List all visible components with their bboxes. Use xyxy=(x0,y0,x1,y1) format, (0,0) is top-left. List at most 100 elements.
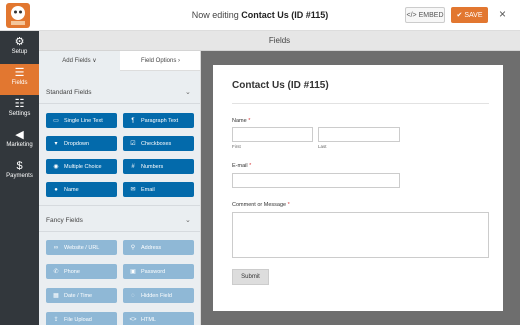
form-name: Contact Us (ID #115) xyxy=(241,10,329,20)
sidebar-item-label: Fields xyxy=(11,80,28,86)
map-marker-icon: ⚲ xyxy=(130,245,136,251)
tab-add-fields[interactable]: Add Fields ∨ xyxy=(39,51,120,71)
sidebar-item-label: Setup xyxy=(11,49,28,55)
field-button-label: Paragraph Text xyxy=(141,117,179,124)
required-mark: * xyxy=(249,163,252,169)
dropdown-icon: ▾ xyxy=(54,141,58,147)
code-icon: </> xyxy=(406,11,417,19)
form-preview: Contact Us (ID #115) Name * First Last E… xyxy=(213,65,503,311)
divider xyxy=(39,231,200,232)
field-button-label: Multiple Choice xyxy=(64,163,102,170)
calendar-icon: ▦ xyxy=(53,293,59,299)
tab-field-options[interactable]: Field Options › xyxy=(120,51,200,71)
required-mark: * xyxy=(287,202,290,208)
field-button-label: HTML xyxy=(141,316,156,323)
link-icon: ∞ xyxy=(53,244,59,251)
field-button-numbers[interactable]: # Numbers xyxy=(123,159,194,174)
form-preview-area: Contact Us (ID #115) Name * First Last E… xyxy=(201,51,520,325)
editing-prefix: Now editing xyxy=(191,10,239,20)
message-textarea[interactable] xyxy=(232,212,489,258)
chevron-down-icon[interactable]: ⌄ xyxy=(185,216,191,224)
required-mark: * xyxy=(248,118,251,124)
field-button-phone[interactable]: ✆ Phone xyxy=(46,264,117,279)
close-icon[interactable]: × xyxy=(499,8,506,20)
sliders-icon: ☷ xyxy=(14,98,25,110)
gear-icon: ⚙ xyxy=(14,36,25,48)
field-button-file-upload[interactable]: ⇪ File Upload xyxy=(46,312,117,325)
fields-panel: Add Fields ∨ Field Options › Standard Fi… xyxy=(39,51,201,325)
field-button-label: Single Line Text xyxy=(64,117,103,124)
lock-icon: ▣ xyxy=(130,269,136,275)
envelope-icon: ✉ xyxy=(130,187,136,193)
field-button-dropdown[interactable]: ▾ Dropdown xyxy=(46,136,117,151)
save-button[interactable]: ✔ SAVE xyxy=(451,7,488,23)
field-button-label: Numbers xyxy=(141,163,164,170)
sidebar-item-setup[interactable]: ⚙ Setup xyxy=(0,33,39,64)
first-name-input[interactable] xyxy=(232,127,313,142)
last-sublabel: Last xyxy=(318,144,327,149)
field-button-multiple-choice[interactable]: ◉ Multiple Choice xyxy=(46,159,117,174)
embed-button[interactable]: </> EMBED xyxy=(405,7,445,23)
sidebar-item-label: Settings xyxy=(8,111,31,117)
sidebar-item-label: Payments xyxy=(6,173,33,179)
email-input[interactable] xyxy=(232,173,400,188)
text-line-icon: ▭ xyxy=(53,118,59,124)
field-button-label: Email xyxy=(141,186,155,193)
field-button-checkboxes[interactable]: ☑ Checkboxes xyxy=(123,136,194,151)
form-title: Contact Us (ID #115) xyxy=(232,80,329,91)
label-text: Comment or Message xyxy=(232,202,287,208)
chevron-down-icon[interactable]: ⌄ xyxy=(185,88,191,96)
field-button-password[interactable]: ▣ Password xyxy=(123,264,194,279)
field-button-html[interactable]: <> HTML xyxy=(123,312,194,325)
sidebar-item-payments[interactable]: $ Payments xyxy=(0,157,39,188)
field-button-label: Checkboxes xyxy=(141,140,172,147)
phone-icon: ✆ xyxy=(53,269,59,275)
sidebar-item-settings[interactable]: ☷ Settings xyxy=(0,95,39,126)
sidebar-item-label: Marketing xyxy=(6,142,33,148)
name-field-label[interactable]: Name * xyxy=(232,118,250,124)
sidebar-item-fields[interactable]: ☰ Fields xyxy=(0,64,39,95)
top-bar: Now editing Contact Us (ID #115) </> EMB… xyxy=(0,0,520,31)
fancy-fields-title[interactable]: Fancy Fields xyxy=(46,217,83,224)
field-button-date-time[interactable]: ▦ Date / Time xyxy=(46,288,117,303)
field-button-label: Address xyxy=(141,244,162,251)
field-button-address[interactable]: ⚲ Address xyxy=(123,240,194,255)
field-button-name[interactable]: ● Name xyxy=(46,182,117,197)
email-field-label[interactable]: E-mail * xyxy=(232,163,251,169)
field-button-email[interactable]: ✉ Email xyxy=(123,182,194,197)
field-button-label: Date / Time xyxy=(64,292,93,299)
divider xyxy=(39,103,200,104)
label-text: Name xyxy=(232,118,247,124)
last-name-input[interactable] xyxy=(318,127,400,142)
divider xyxy=(39,205,200,206)
hash-icon: # xyxy=(131,163,135,170)
dollar-icon: $ xyxy=(16,160,23,172)
first-sublabel: First xyxy=(232,144,241,149)
save-label: SAVE xyxy=(464,11,483,19)
field-button-single-line-text[interactable]: ▭ Single Line Text xyxy=(46,113,117,128)
radio-icon: ◉ xyxy=(53,164,59,170)
standard-fields-title[interactable]: Standard Fields xyxy=(46,89,92,96)
divider xyxy=(232,103,489,104)
field-button-label: File Upload xyxy=(64,316,92,323)
field-button-hidden-field[interactable]: ◌ Hidden Field xyxy=(123,288,194,303)
field-button-label: Dropdown xyxy=(64,140,90,147)
submit-button[interactable]: Submit xyxy=(232,269,269,285)
builder-sidebar: ⚙ Setup ☰ Fields ☷ Settings ◀ Marketing … xyxy=(0,31,39,325)
sidebar-item-marketing[interactable]: ◀ Marketing xyxy=(0,126,39,157)
paragraph-icon: ¶ xyxy=(131,117,135,124)
embed-label: EMBED xyxy=(418,11,444,19)
field-button-paragraph-text[interactable]: ¶ Paragraph Text xyxy=(123,113,194,128)
eye-slash-icon: ◌ xyxy=(131,292,135,299)
message-field-label[interactable]: Comment or Message * xyxy=(232,202,290,208)
checkbox-icon: ☑ xyxy=(130,141,136,147)
check-icon: ✔ xyxy=(456,12,463,19)
megaphone-icon: ◀ xyxy=(15,129,24,141)
field-button-website-url[interactable]: ∞ Website / URL xyxy=(46,240,117,255)
field-button-label: Name xyxy=(64,186,79,193)
field-button-label: Website / URL xyxy=(64,244,100,251)
user-icon: ● xyxy=(54,186,58,193)
code-icon: <> xyxy=(129,316,137,323)
field-button-label: Password xyxy=(141,268,166,275)
field-button-label: Phone xyxy=(64,268,80,275)
